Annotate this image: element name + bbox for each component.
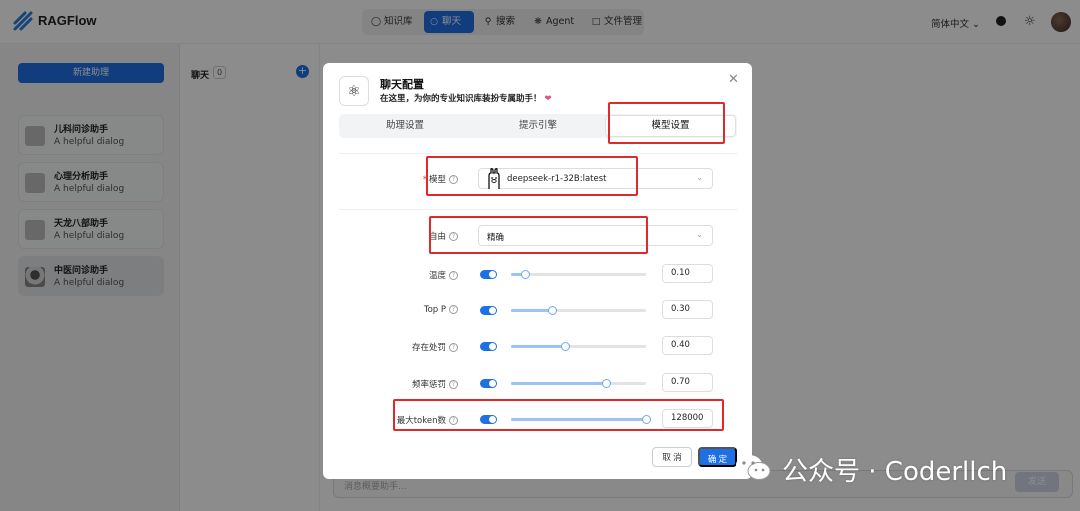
highlight-box-freedom <box>429 216 648 254</box>
dialog-subtitle: 在这里，为你的专业知识库装扮专属助手！ ❤ <box>380 92 552 104</box>
tab-prompt-engine[interactable]: 提示引擎 <box>472 114 604 138</box>
param-label-text: 频率惩罚 <box>411 380 446 390</box>
highlight-box-max-tokens <box>393 399 724 431</box>
slider-fill <box>511 382 606 385</box>
param-toggle[interactable] <box>480 306 497 315</box>
param-toggle[interactable] <box>480 379 497 388</box>
param-toggle[interactable] <box>480 270 497 279</box>
slider-handle[interactable] <box>602 379 611 388</box>
slider-handle[interactable] <box>561 342 570 351</box>
help-icon[interactable]: ? <box>449 305 458 314</box>
help-icon[interactable]: ? <box>449 343 458 352</box>
slider-handle[interactable] <box>548 306 557 315</box>
help-icon[interactable]: ? <box>449 380 458 389</box>
param-toggle[interactable] <box>480 342 497 351</box>
param-number-input[interactable]: 0.40 <box>662 336 713 355</box>
param-number-input[interactable]: 0.30 <box>662 300 713 319</box>
wechat-icon <box>736 455 771 480</box>
highlight-box-model <box>426 156 638 196</box>
param-label: 存在处罚? <box>368 341 458 353</box>
atom-icon: ⚛ <box>339 76 369 106</box>
highlight-box-model-tab <box>608 102 725 144</box>
help-icon[interactable]: ? <box>449 271 458 280</box>
param-number-input[interactable]: 0.10 <box>662 264 713 283</box>
divider <box>339 153 737 154</box>
param-label-text: 温度 <box>428 271 446 281</box>
param-label-text: 存在处罚 <box>411 343 446 353</box>
ok-button[interactable]: 确 定 <box>698 447 737 467</box>
dialog-title: 聊天配置 <box>380 78 424 91</box>
param-label: Top P? <box>368 305 458 315</box>
param-slider[interactable] <box>511 342 646 351</box>
slider-handle[interactable] <box>521 270 530 279</box>
param-label-text: Top P <box>423 305 446 315</box>
divider <box>339 209 737 210</box>
param-label: 频率惩罚? <box>368 378 458 390</box>
slider-fill <box>511 345 565 348</box>
param-slider[interactable] <box>511 270 646 279</box>
chevron-down-icon: ⌄ <box>696 173 703 182</box>
cancel-button[interactable]: 取 消 <box>652 447 692 467</box>
param-slider[interactable] <box>511 306 646 315</box>
watermark-text: 公众号 · Coderllch <box>782 457 1008 487</box>
param-number-input[interactable]: 0.70 <box>662 373 713 392</box>
tab-assistant-settings[interactable]: 助理设置 <box>339 114 471 138</box>
hearts-icon: ❤ <box>544 94 552 104</box>
param-slider[interactable] <box>511 379 646 388</box>
param-label: 温度? <box>368 269 458 281</box>
close-icon[interactable]: ✕ <box>728 72 739 87</box>
chevron-down-icon: ⌄ <box>696 230 703 239</box>
dialog-subtitle-text: 在这里，为你的专业知识库装扮专属助手！ <box>380 94 542 104</box>
slider-fill <box>511 309 552 312</box>
